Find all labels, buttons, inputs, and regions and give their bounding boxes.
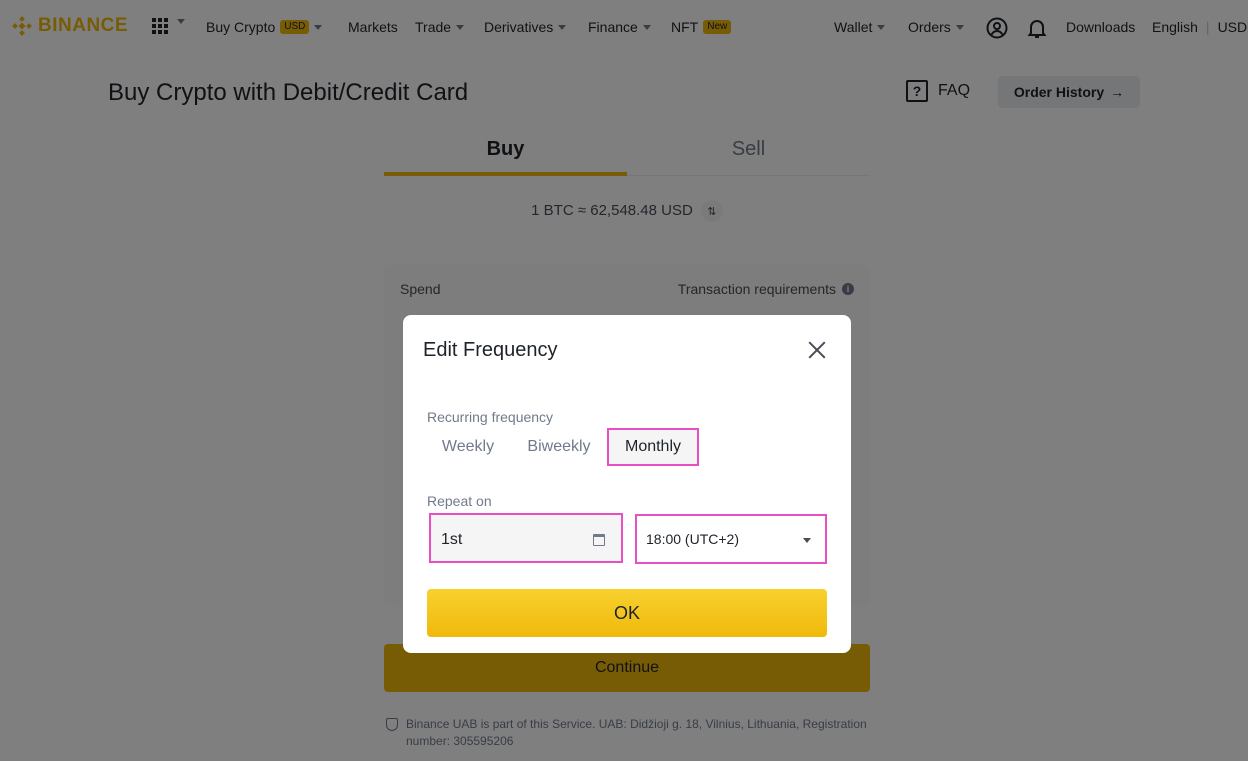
close-icon[interactable] (805, 338, 829, 362)
repeat-time-value: 18:00 (UTC+2) (646, 531, 739, 547)
chevron-down-icon (803, 538, 811, 543)
edit-frequency-dialog: Edit Frequency Recurring frequency Weekl… (403, 315, 851, 653)
frequency-option-weekly[interactable]: Weekly (427, 428, 509, 466)
frequency-option-biweekly[interactable]: Biweekly (517, 428, 601, 466)
frequency-option-monthly[interactable]: Monthly (607, 428, 699, 466)
repeat-on-label: Repeat on (427, 493, 492, 509)
repeat-time-select[interactable]: 18:00 (UTC+2) (635, 514, 827, 564)
ok-button[interactable]: OK (427, 589, 827, 637)
repeat-day-picker[interactable] (429, 513, 623, 563)
dialog-title: Edit Frequency (423, 339, 558, 361)
calendar-icon (593, 534, 605, 546)
recurring-frequency-label: Recurring frequency (427, 409, 554, 425)
